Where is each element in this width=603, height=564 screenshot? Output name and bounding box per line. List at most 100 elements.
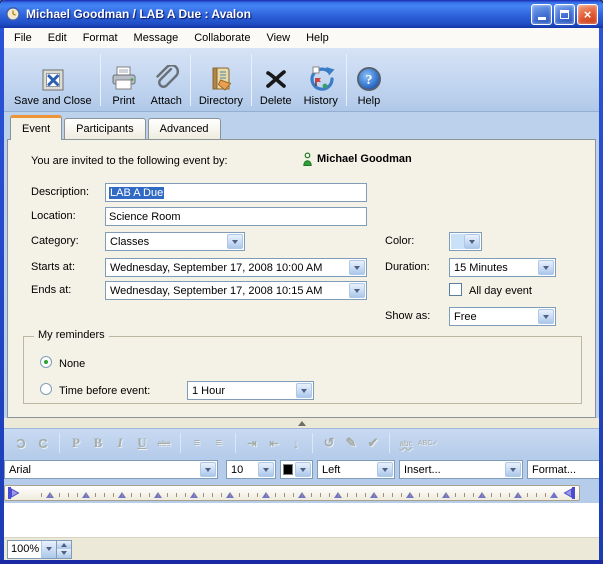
strikethrough-button[interactable]: abc (153, 433, 175, 453)
duration-select[interactable]: 15 Minutes (449, 258, 556, 277)
splitter-collapse-icon[interactable] (298, 421, 306, 426)
menu-format[interactable]: Format (75, 29, 126, 47)
zoom-spinner[interactable] (56, 541, 71, 558)
format-select[interactable]: Format... (527, 460, 599, 479)
save-and-close-icon (40, 61, 66, 93)
menu-help[interactable]: Help (298, 29, 337, 47)
reminder-time-select[interactable]: 1 Hour (187, 381, 314, 400)
chevron-down-icon[interactable] (538, 309, 554, 324)
ruler-tabstop[interactable] (46, 492, 54, 498)
reminder-none-radio[interactable] (40, 356, 52, 368)
chevron-down-icon[interactable] (296, 383, 312, 398)
ruler-tabstop[interactable] (334, 492, 342, 498)
ruler-tabstop[interactable] (514, 492, 522, 498)
ruler-tabstop[interactable] (550, 492, 558, 498)
chevron-down-icon[interactable] (349, 283, 365, 298)
history-button[interactable]: History (298, 51, 344, 109)
minimize-button[interactable] (531, 4, 552, 25)
print-button[interactable]: Print (103, 51, 145, 109)
ruler-track[interactable] (4, 485, 580, 501)
chevron-down-icon[interactable] (227, 234, 243, 249)
color-select[interactable] (449, 232, 482, 251)
maximize-button[interactable] (554, 4, 575, 25)
ruler-tabstop[interactable] (478, 492, 486, 498)
underline-button[interactable]: U (131, 433, 153, 453)
minimize-icon (538, 17, 546, 20)
menu-message[interactable]: Message (126, 29, 187, 47)
thesaurus-button[interactable]: abc (395, 433, 417, 453)
starts-at-select[interactable]: Wednesday, September 17, 2008 10:00 AM (105, 258, 367, 277)
chevron-down-icon[interactable] (349, 260, 365, 275)
ruler-right-indent-marker[interactable] (563, 487, 576, 503)
outdent-button[interactable]: ≡ (186, 433, 208, 453)
insert-select[interactable]: Insert... (399, 460, 523, 479)
chevron-down-icon[interactable] (505, 462, 521, 477)
ruler-tabstop[interactable] (406, 492, 414, 498)
all-day-checkbox[interactable] (449, 283, 462, 296)
ruler-tabstop[interactable] (82, 492, 90, 498)
redo-button[interactable]: C (32, 433, 54, 453)
attach-button[interactable]: Attach (145, 51, 188, 109)
line-spacing-button[interactable]: ↓ (285, 433, 307, 453)
save-and-close-button[interactable]: Save and Close (8, 51, 98, 109)
ends-at-select[interactable]: Wednesday, September 17, 2008 10:15 AM (105, 281, 367, 300)
pane-splitter[interactable] (4, 418, 599, 428)
approve-button[interactable]: ✔ (362, 433, 384, 453)
delete-button[interactable]: Delete (254, 51, 298, 109)
help-button[interactable]: ? Help (349, 51, 389, 109)
directory-button[interactable]: Directory (193, 51, 249, 109)
print-icon (109, 61, 139, 93)
ruler-tabstop[interactable] (298, 492, 306, 498)
tab-event[interactable]: Event (10, 115, 62, 140)
reminder-time-radio[interactable] (40, 383, 52, 395)
bold-button[interactable]: B (87, 433, 109, 453)
italic-button[interactable]: I (109, 433, 131, 453)
body-edit-area[interactable] (4, 503, 599, 537)
toolbar-separator (346, 54, 347, 106)
chevron-down-icon[interactable] (295, 462, 311, 477)
chevron-down-icon (61, 551, 67, 555)
chevron-down-icon[interactable] (377, 462, 393, 477)
draw-button[interactable]: ✎ (340, 433, 362, 453)
ruler-tabstop[interactable] (262, 492, 270, 498)
plain-style-button[interactable]: P (65, 433, 87, 453)
zoom-increase-button[interactable] (57, 541, 71, 550)
menu-view[interactable]: View (258, 29, 298, 47)
show-as-select[interactable]: Free (449, 307, 556, 326)
spell-check-button[interactable]: ABC✓ (417, 433, 439, 453)
location-input[interactable]: Science Room (105, 207, 367, 226)
ruler-tabstop[interactable] (370, 492, 378, 498)
chevron-down-icon[interactable] (538, 260, 554, 275)
zoom-control[interactable]: 100% (7, 540, 72, 559)
margin-right-button[interactable]: ⇥ (241, 433, 263, 453)
revert-button[interactable]: ↺ (318, 433, 340, 453)
font-family-select[interactable]: Arial (4, 460, 218, 479)
ruler-tabstop[interactable] (190, 492, 198, 498)
ruler-left-indent-marker[interactable] (7, 487, 20, 503)
tab-advanced[interactable]: Advanced (148, 118, 221, 139)
ruler-tabstop[interactable] (442, 492, 450, 498)
close-button[interactable]: × (577, 4, 598, 25)
menu-collaborate[interactable]: Collaborate (186, 29, 258, 47)
font-size-select[interactable]: 10 (226, 460, 276, 479)
margin-left-button[interactable]: ⇤ (263, 433, 285, 453)
indent-button[interactable]: ≡ (208, 433, 230, 453)
tab-participants[interactable]: Participants (64, 118, 145, 139)
align-select[interactable]: Left (317, 460, 395, 479)
font-bar: Arial 10 Left Insert... Format... (4, 457, 599, 484)
chevron-down-icon[interactable] (464, 234, 480, 249)
menu-edit[interactable]: Edit (40, 29, 75, 47)
zoom-decrease-button[interactable] (57, 549, 71, 558)
ruler-tabstop[interactable] (226, 492, 234, 498)
ruler-tabstop[interactable] (154, 492, 162, 498)
undo-button[interactable]: Ɔ (10, 433, 32, 453)
chevron-down-icon[interactable] (258, 462, 274, 477)
ruler-tabstop[interactable] (118, 492, 126, 498)
menu-file[interactable]: File (6, 29, 40, 47)
titlebar[interactable]: Michael Goodman / LAB A Due : Avalon × (0, 0, 603, 28)
category-select[interactable]: Classes (105, 232, 245, 251)
chevron-down-icon[interactable] (200, 462, 216, 477)
zoom-dropdown-button[interactable] (41, 541, 56, 558)
description-input[interactable]: LAB A Due (105, 183, 367, 202)
font-color-select[interactable] (280, 460, 313, 479)
